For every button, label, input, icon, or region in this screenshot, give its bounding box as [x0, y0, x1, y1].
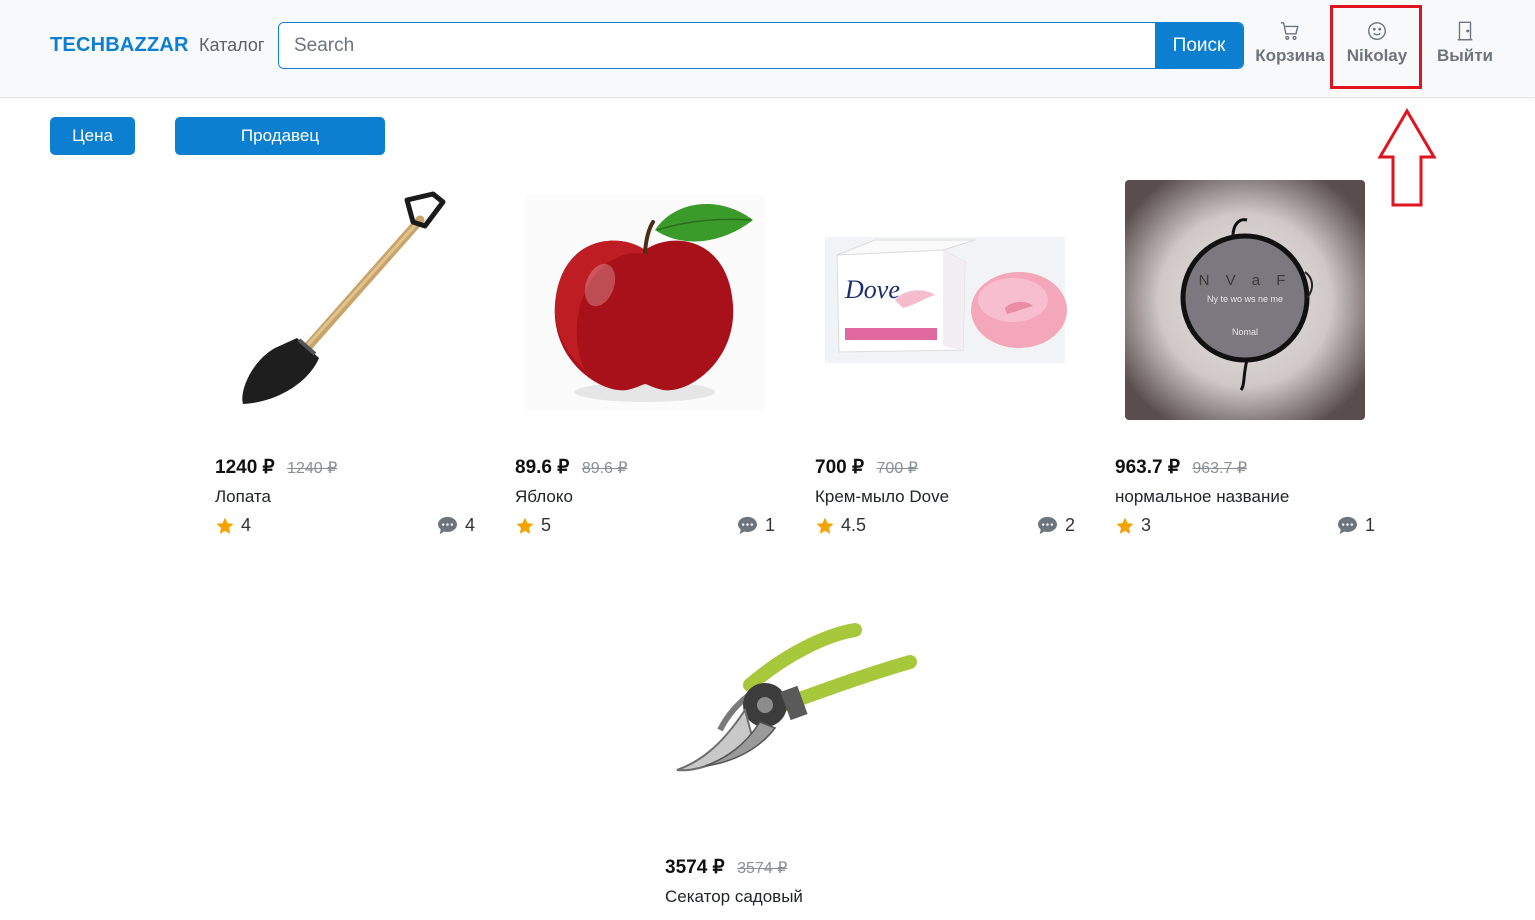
- product-old-price: 963.7 ₽: [1192, 460, 1248, 477]
- product-name[interactable]: Лопата: [215, 487, 271, 507]
- door-icon: [1457, 21, 1473, 41]
- product-rating: 5: [515, 515, 551, 536]
- rating-value: 4.5: [841, 515, 867, 535]
- product-name[interactable]: Секатор садовый: [665, 887, 803, 907]
- star-icon: [816, 517, 834, 534]
- cart-label: Корзина: [1255, 46, 1325, 65]
- highlight-box: [1330, 5, 1422, 89]
- price-row: 963.7 ₽ 963.7 ₽: [1115, 456, 1247, 479]
- product-old-price: 1240 ₽: [287, 460, 338, 477]
- dove-logo-text: Dove: [844, 275, 900, 304]
- rating-value: 4: [241, 515, 252, 535]
- search-input[interactable]: [279, 23, 1155, 68]
- top-navbar: TECHBAZZAR Каталог Поиск Корзина Nikolay…: [0, 0, 1535, 98]
- product-price: 89.6 ₽: [515, 457, 570, 478]
- reviews-count: 1: [764, 515, 775, 535]
- product-rating: 4.5: [815, 515, 866, 536]
- star-icon: [1116, 517, 1134, 534]
- logo-line1: Ny te wo ws ne me: [1207, 294, 1283, 304]
- product-price: 963.7 ₽: [1115, 457, 1180, 478]
- product-rating: 3: [1115, 515, 1151, 536]
- comment-icon: [737, 516, 757, 535]
- cart-icon: [1280, 22, 1299, 40]
- reviews-count: 2: [1064, 515, 1075, 535]
- logout-link[interactable]: Выйти: [1434, 20, 1496, 66]
- seller-filter-button[interactable]: Продавец: [175, 117, 385, 155]
- star-icon: [516, 517, 534, 534]
- logo-image[interactable]: N V a F Ny te wo ws ne me Nomal: [1115, 180, 1385, 430]
- rating-value: 3: [1141, 515, 1152, 535]
- price-row: 89.6 ₽ 89.6 ₽: [515, 456, 628, 479]
- star-icon: [216, 517, 234, 534]
- comment-icon: [1337, 516, 1357, 535]
- shovel-image[interactable]: [215, 180, 485, 430]
- product-reviews[interactable]: 1: [737, 515, 775, 536]
- brand-logo[interactable]: TECHBAZZAR: [50, 34, 189, 57]
- logout-label: Выйти: [1436, 46, 1494, 65]
- product-price: 3574 ₽: [665, 857, 725, 878]
- price-row: 700 ₽ 700 ₽: [815, 456, 918, 479]
- product-name[interactable]: Крем-мыло Dove: [815, 487, 949, 507]
- rating-value: 5: [541, 515, 552, 535]
- soap-image[interactable]: Dove: [815, 180, 1085, 430]
- product-reviews[interactable]: 2: [1037, 515, 1075, 536]
- reviews-count: 1: [1364, 515, 1375, 535]
- price-row: 1240 ₽ 1240 ₽: [215, 456, 337, 479]
- comment-icon: [437, 516, 457, 535]
- apple-image[interactable]: [515, 180, 785, 430]
- pruner-image[interactable]: [665, 580, 935, 830]
- product-old-price: 3574 ₽: [737, 860, 788, 877]
- logo-line2: Nomal: [1232, 327, 1258, 337]
- product-old-price: 700 ₽: [876, 460, 918, 477]
- product-price: 700 ₽: [815, 457, 865, 478]
- product-name[interactable]: Яблоко: [515, 487, 573, 507]
- price-filter-button[interactable]: Цена: [50, 117, 135, 155]
- comment-icon: [1037, 516, 1057, 535]
- reviews-count: 4: [464, 515, 475, 535]
- product-reviews[interactable]: 1: [1337, 515, 1375, 536]
- product-old-price: 89.6 ₽: [581, 460, 628, 477]
- up-arrow-annotation: [1377, 108, 1437, 207]
- search-form: Поиск: [278, 22, 1244, 69]
- product-price: 1240 ₽: [215, 457, 275, 478]
- product-name[interactable]: нормальное название: [1115, 487, 1289, 507]
- product-reviews[interactable]: 4: [437, 515, 475, 536]
- product-rating: 4: [215, 515, 251, 536]
- cart-link[interactable]: Корзина: [1254, 20, 1326, 66]
- price-row: 3574 ₽ 3574 ₽: [665, 856, 787, 879]
- logo-letters: N V a F: [1199, 272, 1292, 289]
- search-button[interactable]: Поиск: [1155, 23, 1243, 68]
- catalog-link[interactable]: Каталог: [199, 35, 264, 56]
